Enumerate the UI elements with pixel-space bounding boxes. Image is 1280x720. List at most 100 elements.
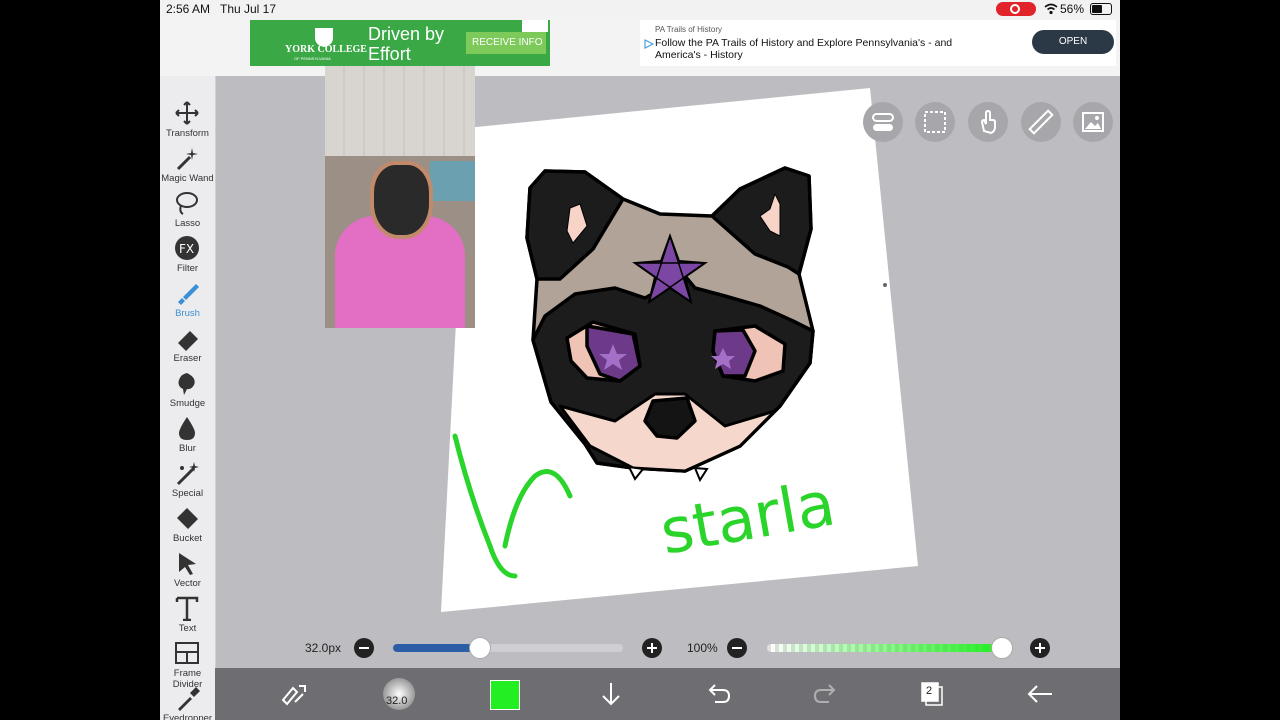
brush-size-badge: 32.0	[386, 695, 408, 707]
brush-icon	[178, 284, 199, 305]
status-bar: 2:56 AM Thu Jul 17 56%	[160, 0, 1120, 18]
undo-icon	[708, 684, 731, 703]
tool-transform[interactable]: Transform	[160, 100, 215, 145]
magic-wand-icon	[176, 148, 198, 171]
tool-bucket[interactable]: Bucket	[160, 505, 215, 550]
bottom-toolbar: 32.0 2	[215, 668, 1120, 720]
brush-eraser-swap-icon	[281, 685, 306, 706]
ruler-button[interactable]	[1021, 102, 1061, 142]
tool-label: Blur	[179, 443, 196, 454]
tool-label: Eyedropper	[162, 713, 213, 720]
status-time: 2:56 AM	[166, 2, 211, 16]
svg-text:FX: FX	[179, 242, 194, 256]
tool-text[interactable]: Text	[160, 595, 215, 640]
tool-blur[interactable]: Blur	[160, 415, 215, 460]
hand-pointer-icon	[980, 109, 996, 135]
redo-icon	[813, 684, 836, 703]
tool-label: Filter	[176, 263, 199, 274]
redo-button[interactable]	[811, 680, 839, 708]
arrow-left-icon	[1027, 685, 1052, 703]
ad-choices-triangle-icon	[644, 39, 654, 49]
tool-eyedropper[interactable]: Eyedropper	[160, 685, 215, 720]
ad-choices-icon[interactable]	[522, 20, 548, 32]
selection-rect-icon	[924, 111, 946, 133]
tool-label: Magic Wand	[161, 173, 214, 184]
tool-label: Text	[178, 623, 197, 634]
back-button[interactable]	[1025, 680, 1055, 708]
ad-right[interactable]: PA Trails of History Follow the PA Trail…	[640, 20, 1116, 66]
brush-size-plus-button[interactable]	[642, 638, 662, 658]
ad-headline-1: Driven by	[368, 24, 445, 44]
brush-size-slider[interactable]	[393, 637, 623, 659]
tool-brush[interactable]: Brush	[160, 280, 215, 325]
webcam-overlay	[325, 66, 475, 328]
arrow-down-icon	[602, 683, 620, 706]
undo-button[interactable]	[705, 680, 733, 708]
material-button[interactable]	[1073, 102, 1113, 142]
tool-filter[interactable]: FX Filter	[160, 235, 215, 280]
move-arrows-icon	[175, 101, 199, 125]
cursor-icon	[179, 553, 196, 575]
layer-count: 2	[926, 685, 933, 697]
status-date: Thu Jul 17	[220, 2, 277, 16]
brush-settings-button[interactable]: 32.0	[383, 678, 415, 710]
ad-headline-2: Effort	[368, 44, 411, 64]
opacity-plus-button[interactable]	[1030, 638, 1050, 658]
lasso-icon	[176, 192, 198, 215]
canvas-area[interactable]: starla 32.0px 100%	[215, 66, 1120, 668]
image-icon	[1082, 112, 1104, 132]
layers-button[interactable]: 2	[918, 680, 946, 708]
opacity-minus-button[interactable]	[727, 638, 747, 658]
tool-label: Special	[171, 488, 204, 499]
ad-logo-sub: OF PENNSYLVANIA	[294, 56, 331, 61]
drop-icon	[179, 417, 195, 440]
opacity-slider[interactable]	[767, 637, 1013, 659]
download-button[interactable]	[597, 680, 625, 708]
tool-label: Brush	[175, 308, 200, 319]
tool-magic-wand[interactable]: Magic Wand	[160, 145, 215, 190]
brush-size-label: 32.0px	[305, 641, 342, 655]
tool-label: Smudge	[169, 398, 206, 409]
tool-vector[interactable]: Vector	[160, 550, 215, 595]
screen-record-icon	[996, 2, 1036, 16]
eyedropper-icon	[178, 687, 200, 711]
battery-icon	[1090, 3, 1112, 15]
bucket-icon	[177, 508, 198, 529]
tool-special[interactable]: Special	[160, 460, 215, 505]
ad-receive-info-button[interactable]: RECEIVE INFO	[466, 32, 546, 54]
opacity-fill	[767, 644, 1001, 652]
color-swatch-button[interactable]	[490, 680, 520, 710]
brush-size-fill	[393, 644, 481, 652]
person-mask	[370, 161, 433, 239]
selection-button[interactable]	[915, 102, 955, 142]
brush-size-minus-button[interactable]	[354, 638, 374, 658]
ad-logo: YORK COLLEGE	[285, 44, 367, 55]
ad-left[interactable]: YORK COLLEGE OF PENNSYLVANIA Driven by E…	[250, 20, 550, 66]
tool-frame-divider[interactable]: Frame Divider	[160, 640, 215, 690]
ad-banner-area: YORK COLLEGE OF PENNSYLVANIA Driven by E…	[160, 18, 1120, 76]
ad-source: PA Trails of History	[655, 25, 722, 34]
tool-sidebar: Transform Magic Wand Lasso FX Filter Brush Era…	[160, 76, 216, 720]
tool-smudge[interactable]: Smudge	[160, 370, 215, 415]
ad-text-line-2: America's - History	[655, 49, 743, 61]
toggles-icon	[872, 113, 894, 131]
quick-tool-button[interactable]	[277, 680, 309, 708]
app-screen: 2:56 AM Thu Jul 17 56% YORK COLLEGE OF P…	[160, 0, 1120, 720]
fx-icon: FX	[175, 236, 199, 260]
toggle-panel-button[interactable]	[863, 102, 903, 142]
ad-text-line-1: Follow the PA Trails of History and Expl…	[655, 37, 953, 49]
opacity-label: 100%	[687, 641, 718, 655]
tool-label: Lasso	[174, 218, 201, 229]
tool-label: Transform	[166, 128, 209, 139]
tool-label: Bucket	[172, 533, 203, 544]
ruler-icon	[1028, 109, 1054, 135]
tool-lasso[interactable]: Lasso	[160, 190, 215, 235]
opacity-knob[interactable]	[991, 637, 1013, 659]
smudge-icon	[178, 373, 195, 395]
tool-label: Vector	[174, 578, 201, 589]
battery-percent: 56%	[1060, 2, 1085, 16]
hand-tool-button[interactable]	[968, 102, 1008, 142]
ad-open-button[interactable]: OPEN	[1032, 30, 1114, 54]
sparkle-icon	[176, 462, 199, 486]
tool-eraser[interactable]: Eraser	[160, 325, 215, 370]
